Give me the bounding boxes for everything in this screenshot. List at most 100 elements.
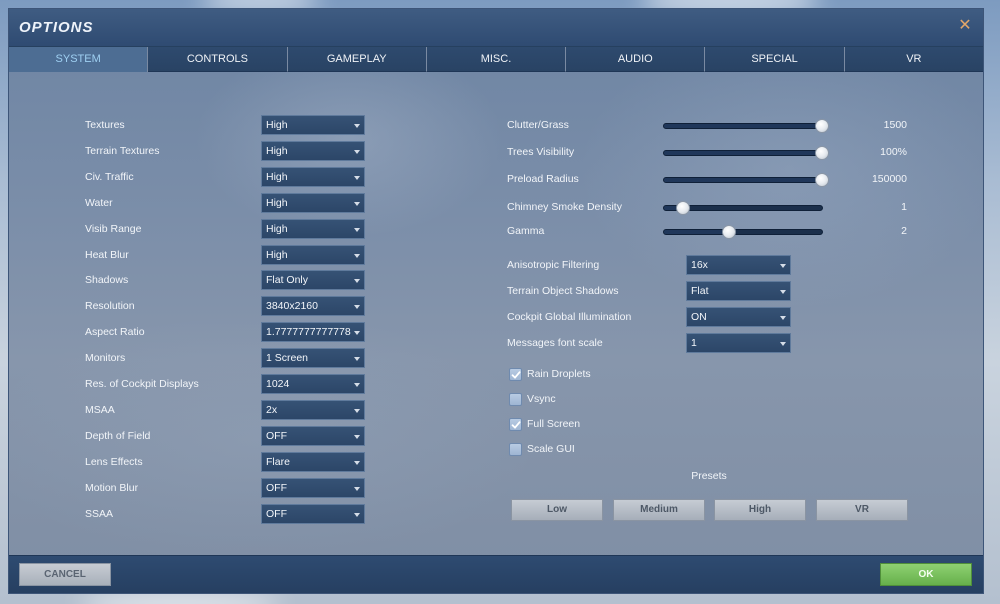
preload-radius-value: 150000 <box>871 173 907 185</box>
lens-effects-select[interactable]: Flare <box>261 452 365 472</box>
chevron-down-icon <box>354 228 360 232</box>
resolution-label: Resolution <box>85 300 135 312</box>
chevron-down-icon <box>354 357 360 361</box>
chevron-down-icon <box>780 264 786 268</box>
res-of-cockpit-displays-select[interactable]: 1024 <box>261 374 365 394</box>
cancel-button[interactable]: CANCEL <box>19 563 111 586</box>
chevron-down-icon <box>354 409 360 413</box>
lens-effects-label: Lens Effects <box>85 456 143 468</box>
chevron-down-icon <box>354 435 360 439</box>
aspect-ratio-select[interactable]: 1.7777777777778 <box>261 322 365 342</box>
scale-gui-checkbox[interactable] <box>509 443 522 456</box>
water-select[interactable]: High <box>261 193 365 213</box>
chevron-down-icon <box>354 305 360 309</box>
full-screen-checkbox[interactable] <box>509 418 522 431</box>
tab-vr[interactable]: VR <box>844 47 983 72</box>
footer-bar: CANCEL OK <box>9 555 983 593</box>
slider-fill <box>664 151 822 155</box>
ssaa-value: OFF <box>266 508 287 520</box>
terrain-textures-label: Terrain Textures <box>85 145 160 157</box>
textures-label: Textures <box>85 119 125 131</box>
cockpit-global-illumination-select[interactable]: ON <box>686 307 791 327</box>
depth-of-field-label: Depth of Field <box>85 430 151 442</box>
vsync-checkbox[interactable] <box>509 393 522 406</box>
slider-knob[interactable] <box>675 201 690 215</box>
ok-button[interactable]: OK <box>880 563 972 586</box>
trees-visibility-label: Trees Visibility <box>507 146 575 158</box>
cockpit-global-illumination-label: Cockpit Global Illumination <box>507 311 632 323</box>
messages-font-scale-select[interactable]: 1 <box>686 333 791 353</box>
slider-knob[interactable] <box>721 225 736 239</box>
res-of-cockpit-displays-label: Res. of Cockpit Displays <box>85 378 199 390</box>
trees-visibility-slider[interactable] <box>663 146 829 160</box>
depth-of-field-value: OFF <box>266 430 287 442</box>
terrain-textures-value: High <box>266 145 288 157</box>
chevron-down-icon <box>354 254 360 258</box>
chevron-down-icon <box>780 342 786 346</box>
motion-blur-value: OFF <box>266 482 287 494</box>
ssaa-select[interactable]: OFF <box>261 504 365 524</box>
preset-low-button[interactable]: Low <box>511 499 603 521</box>
textures-select[interactable]: High <box>261 115 365 135</box>
visib-range-value: High <box>266 223 288 235</box>
msaa-value: 2x <box>266 404 278 416</box>
rain-droplets-label: Rain Droplets <box>527 368 591 380</box>
rain-droplets-checkbox[interactable] <box>509 368 522 381</box>
tab-special[interactable]: SPECIAL <box>705 47 845 72</box>
shadows-select[interactable]: Flat Only <box>261 270 365 290</box>
full-screen-label: Full Screen <box>527 418 581 430</box>
title-bar: OPTIONS ✕ <box>9 9 983 47</box>
chimney-smoke-density-slider[interactable] <box>663 201 823 215</box>
checkmark-icon <box>511 371 521 379</box>
visib-range-select[interactable]: High <box>261 219 365 239</box>
heat-blur-value: High <box>266 249 288 261</box>
resolution-select[interactable]: 3840x2160 <box>261 296 365 316</box>
civ-traffic-select[interactable]: High <box>261 167 365 187</box>
terrain-object-shadows-select[interactable]: Flat <box>686 281 791 301</box>
close-icon[interactable]: ✕ <box>957 17 973 35</box>
chevron-down-icon <box>780 290 786 294</box>
preset-medium-button[interactable]: Medium <box>613 499 705 521</box>
clutter-grass-value: 1500 <box>883 119 907 131</box>
civ-traffic-value: High <box>266 171 288 183</box>
preset-vr-button[interactable]: VR <box>816 499 908 521</box>
anisotropic-filtering-value: 16x <box>691 259 708 271</box>
chevron-down-icon <box>354 124 360 128</box>
chevron-down-icon <box>354 513 360 517</box>
chevron-down-icon <box>354 150 360 154</box>
trees-visibility-value: 100% <box>880 146 907 158</box>
slider-fill <box>664 230 729 234</box>
preset-high-button[interactable]: High <box>714 499 806 521</box>
chevron-down-icon <box>354 461 360 465</box>
tab-gameplay[interactable]: GAMEPLAY <box>287 47 427 72</box>
water-label: Water <box>85 197 113 209</box>
tab-system[interactable]: SYSTEM <box>9 47 149 72</box>
clutter-grass-label: Clutter/Grass <box>507 119 569 131</box>
heat-blur-select[interactable]: High <box>261 245 365 265</box>
heat-blur-label: Heat Blur <box>85 249 129 261</box>
anisotropic-filtering-select[interactable]: 16x <box>686 255 791 275</box>
terrain-textures-select[interactable]: High <box>261 141 365 161</box>
msaa-select[interactable]: 2x <box>261 400 365 420</box>
options-window: OPTIONS ✕ SYSTEM CONTROLS GAMEPLAY MISC. AUD… <box>8 8 984 594</box>
lens-effects-value: Flare <box>266 456 290 468</box>
gamma-slider[interactable] <box>663 225 823 239</box>
motion-blur-select[interactable]: OFF <box>261 478 365 498</box>
tab-controls[interactable]: CONTROLS <box>148 47 288 72</box>
visib-range-label: Visib Range <box>85 223 142 235</box>
checkmark-icon <box>511 421 521 429</box>
tab-misc[interactable]: MISC. <box>426 47 567 72</box>
scale-gui-label: Scale GUI <box>527 443 575 455</box>
chevron-down-icon <box>354 487 360 491</box>
preload-radius-slider[interactable] <box>663 173 829 187</box>
clutter-grass-slider[interactable] <box>663 119 829 133</box>
civ-traffic-label: Civ. Traffic <box>85 171 134 183</box>
depth-of-field-select[interactable]: OFF <box>261 426 365 446</box>
aspect-ratio-value: 1.7777777777778 <box>266 326 351 338</box>
slider-fill <box>664 124 822 128</box>
tab-audio[interactable]: AUDIO <box>566 47 706 72</box>
monitors-select[interactable]: 1 Screen <box>261 348 365 368</box>
presets-label: Presets <box>691 470 727 482</box>
chevron-down-icon <box>354 279 360 283</box>
messages-font-scale-value: 1 <box>691 337 697 349</box>
